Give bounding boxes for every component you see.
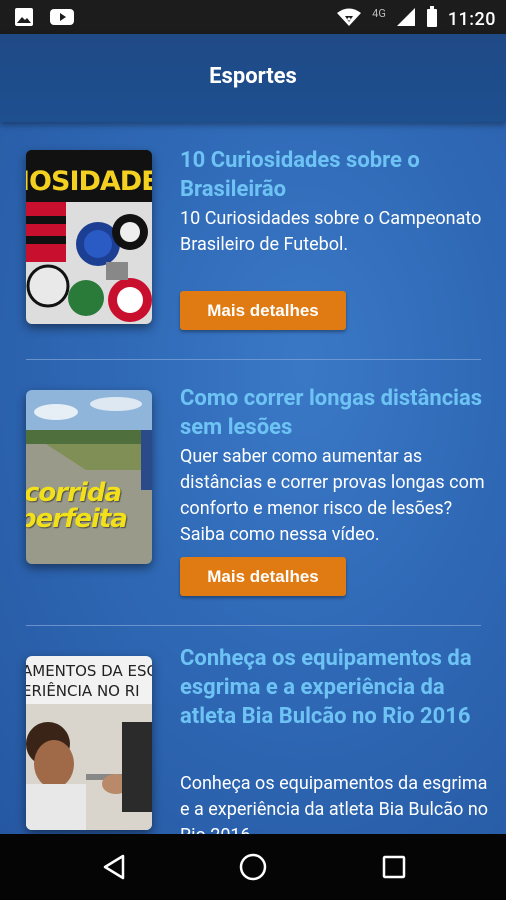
navigation-bar: [0, 834, 506, 900]
app-bar: Esportes: [0, 34, 506, 122]
details-button[interactable]: Mais detalhes: [180, 291, 346, 330]
thumbnail-caption: IOSIDADES!: [26, 166, 152, 197]
thumbnail-caption: perfeita: [26, 504, 128, 534]
item-thumbnail[interactable]: AMENTOS DA ESG ERIÊNCIA NO RI: [26, 656, 152, 830]
item-thumbnail[interactable]: corrida perfeita: [26, 390, 152, 564]
item-title[interactable]: 10 Curiosidades sobre o Brasileirão: [180, 146, 490, 204]
back-icon[interactable]: [98, 851, 130, 883]
page-title: Esportes: [209, 64, 297, 89]
running-road-image: [26, 390, 152, 564]
item-title[interactable]: Conheça os equipamentos da esgrima e a e…: [180, 644, 490, 731]
status-bar: 4G 11:20: [0, 0, 506, 34]
details-button[interactable]: Mais detalhes: [180, 557, 346, 596]
item-description: 10 Curiosidades sobre o Campeonato Brasi…: [180, 208, 482, 255]
content-list[interactable]: IOSIDADES! 10 Curiosidades sobre o Brasi…: [0, 122, 506, 834]
thumbnail-caption: AMENTOS DA ESG: [26, 662, 152, 680]
wifi-icon: [336, 7, 362, 31]
battery-icon: [426, 6, 438, 32]
list-item[interactable]: AMENTOS DA ESG ERIÊNCIA NO RI Conheça os…: [0, 626, 506, 834]
item-description: Conheça os equipamentos da esgrima e a e…: [180, 773, 489, 834]
fencing-equipment-image: [26, 704, 152, 830]
recents-icon[interactable]: [378, 851, 410, 883]
image-icon: [14, 7, 34, 31]
item-thumbnail[interactable]: IOSIDADES!: [26, 150, 152, 324]
signal-icon: [396, 7, 416, 31]
list-item[interactable]: corrida perfeita Como correr longas dist…: [0, 360, 506, 626]
item-description: Quer saber como aumentar as distâncias e…: [180, 446, 485, 545]
youtube-icon: [50, 7, 74, 31]
team-crests-image: [26, 202, 152, 324]
list-item[interactable]: IOSIDADES! 10 Curiosidades sobre o Brasi…: [0, 122, 506, 360]
home-icon[interactable]: [237, 851, 269, 883]
item-title[interactable]: Como correr longas distâncias sem lesões: [180, 384, 490, 442]
clock: 11:20: [447, 8, 496, 30]
thumbnail-caption: ERIÊNCIA NO RI: [26, 682, 140, 700]
network-type-label: 4G: [372, 6, 386, 20]
